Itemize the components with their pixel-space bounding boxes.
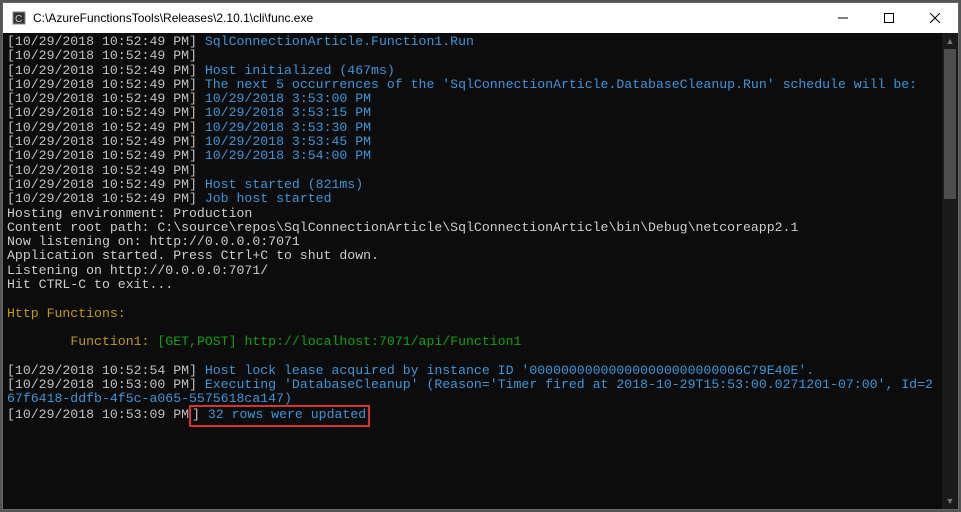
console-area: [10/29/2018 10:52:49 PM] SqlConnectionAr… xyxy=(3,33,958,509)
timestamp: [10/29/2018 10:52:49 PM] xyxy=(7,177,197,192)
log-line: Executing 'DatabaseCleanup' (Reason='Tim… xyxy=(205,377,933,392)
log-line: Application started. Press Ctrl+C to shu… xyxy=(7,248,379,263)
log-line: Listening on http://0.0.0.0:7071/ xyxy=(7,263,268,278)
log-line: 10/29/2018 3:54:00 PM xyxy=(205,148,371,163)
scrollbar-thumb[interactable] xyxy=(944,49,956,199)
highlight-box: ] 32 rows were updated xyxy=(189,405,370,427)
timestamp: [10/29/2018 10:52:49 PM] xyxy=(7,91,197,106)
log-line: Host lock lease acquired by instance ID … xyxy=(205,363,814,378)
timestamp: [10/29/2018 10:52:49 PM] xyxy=(7,120,197,135)
log-line: Host started (821ms) xyxy=(205,177,363,192)
window-controls xyxy=(820,3,958,33)
log-line: Now listening on: http://0.0.0.0:7071 xyxy=(7,234,300,249)
rows-updated: 32 rows were updated xyxy=(200,407,366,422)
timestamp: [10/29/2018 10:52:49 PM] xyxy=(7,134,197,149)
vertical-scrollbar[interactable]: ▲ ▼ xyxy=(942,33,958,509)
log-line: 10/29/2018 3:53:00 PM xyxy=(205,91,371,106)
function-url: http://localhost:7071/api/Function1 xyxy=(244,334,521,349)
minimize-button[interactable] xyxy=(820,3,866,33)
log-line: Content root path: C:\source\repos\SqlCo… xyxy=(7,220,798,235)
log-line: Job host started xyxy=(205,191,332,206)
log-line: 10/29/2018 3:53:15 PM xyxy=(205,105,371,120)
scroll-down-arrow[interactable]: ▼ xyxy=(942,493,958,509)
timestamp: [10/29/2018 10:53:00 PM] xyxy=(7,377,197,392)
log-line: Host initialized (467ms) xyxy=(205,63,395,78)
log-line: 10/29/2018 3:53:30 PM xyxy=(205,120,371,135)
http-functions-header: Http Functions: xyxy=(7,306,126,321)
timestamp: [10/29/2018 10:52:49 PM] xyxy=(7,48,197,63)
close-button[interactable] xyxy=(912,3,958,33)
timestamp: [10/29/2018 10:52:49 PM] xyxy=(7,163,197,178)
timestamp: [10/29/2018 10:52:49 PM] xyxy=(7,63,197,78)
scroll-up-arrow[interactable]: ▲ xyxy=(942,33,958,49)
timestamp: [10/29/2018 10:53:09 PM xyxy=(7,407,189,422)
titlebar[interactable]: C C:\AzureFunctionsTools\Releases\2.10.1… xyxy=(3,3,958,33)
maximize-button[interactable] xyxy=(866,3,912,33)
timestamp: [10/29/2018 10:52:49 PM] xyxy=(7,77,197,92)
log-line: The next 5 occurrences of the 'SqlConnec… xyxy=(205,77,917,92)
timestamp: [10/29/2018 10:52:49 PM] xyxy=(7,34,197,49)
timestamp: [10/29/2018 10:52:49 PM] xyxy=(7,148,197,163)
timestamp: [10/29/2018 10:52:49 PM] xyxy=(7,105,197,120)
timestamp: [10/29/2018 10:52:49 PM] xyxy=(7,191,197,206)
log-line: SqlConnectionArticle.Function1.Run xyxy=(205,34,474,49)
app-icon: C xyxy=(11,10,27,26)
console-output[interactable]: [10/29/2018 10:52:49 PM] SqlConnectionAr… xyxy=(3,33,942,509)
function-methods: [GET,POST] xyxy=(157,334,236,349)
log-line: Hit CTRL-C to exit... xyxy=(7,277,173,292)
timestamp: [10/29/2018 10:52:54 PM] xyxy=(7,363,197,378)
window-title: C:\AzureFunctionsTools\Releases\2.10.1\c… xyxy=(33,11,820,25)
app-window: C C:\AzureFunctionsTools\Releases\2.10.1… xyxy=(2,2,959,510)
log-line: 10/29/2018 3:53:45 PM xyxy=(205,134,371,149)
svg-text:C: C xyxy=(15,14,22,25)
function-name: Function1: xyxy=(70,334,149,349)
timestamp-bracket: ] xyxy=(192,407,200,422)
log-line: Hosting environment: Production xyxy=(7,206,252,221)
